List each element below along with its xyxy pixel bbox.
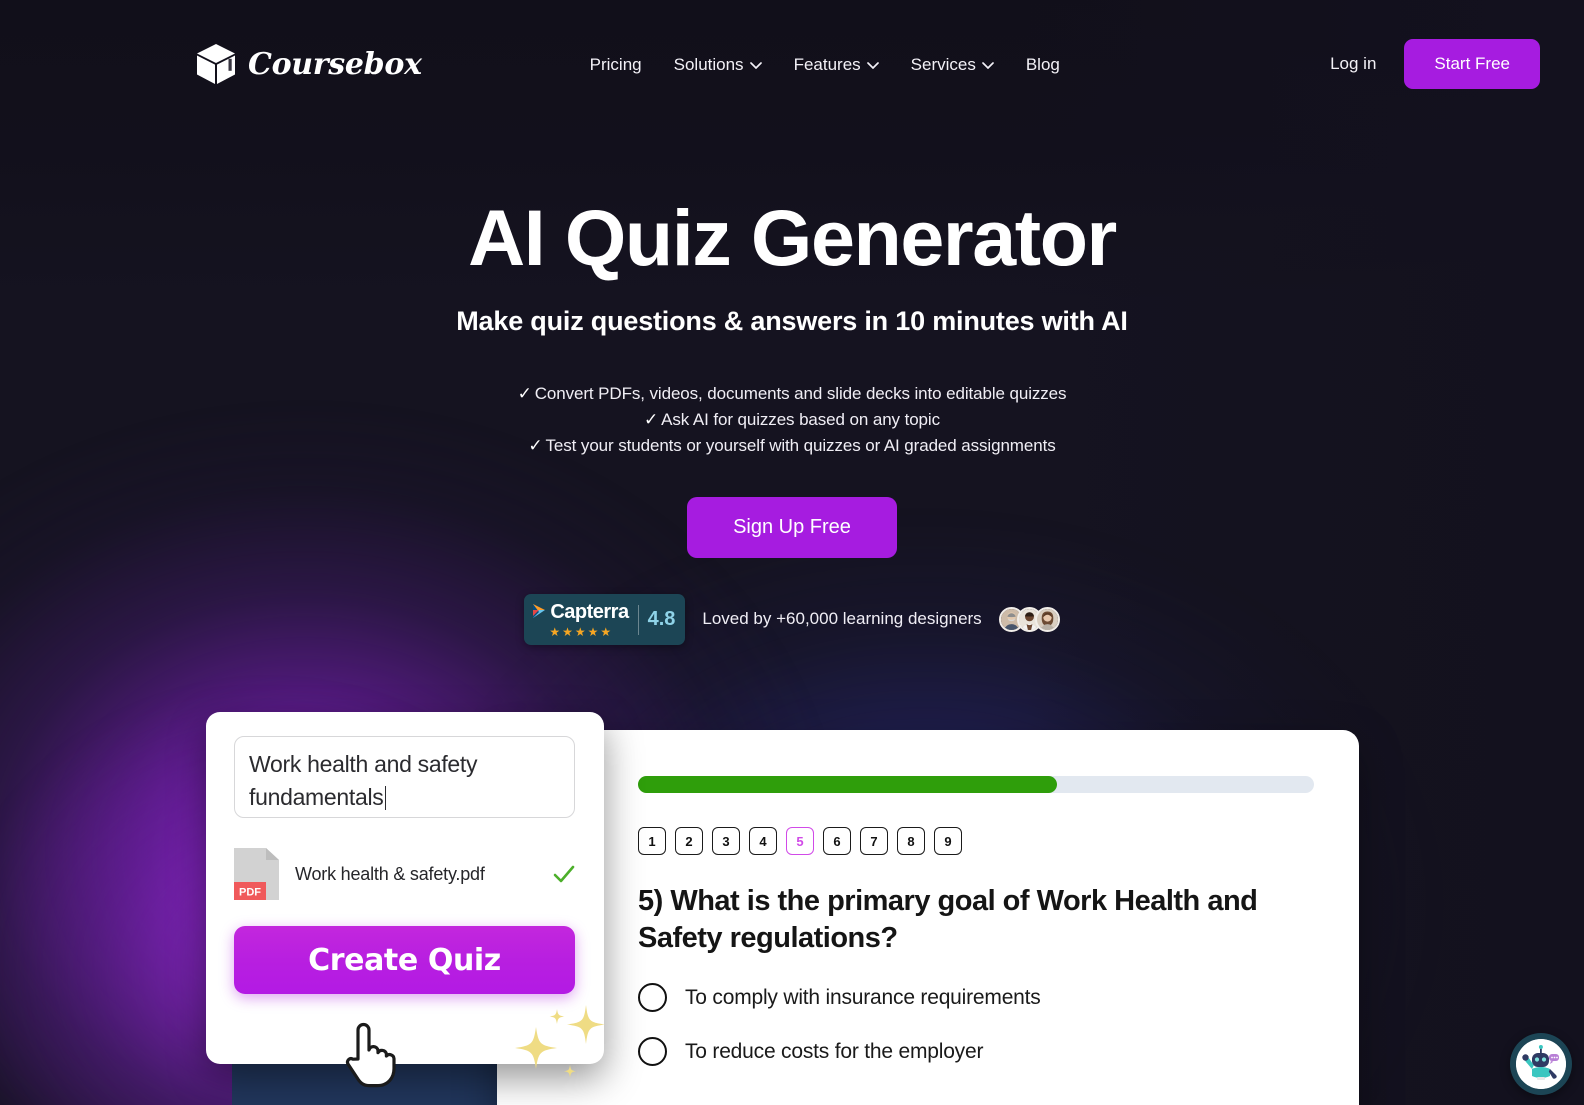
star-rating-icon: ★★★★★ [549, 624, 614, 639]
site-header: Coursebox Pricing Solutions Features Ser… [0, 0, 1584, 128]
robot-assistant-icon [1516, 1039, 1566, 1089]
feature-bullet: ✓ Test your students or yourself with qui… [0, 433, 1584, 459]
question-number-8[interactable]: 8 [897, 827, 925, 855]
topic-input[interactable]: Work health and safety fundamentals [234, 736, 575, 818]
avatar [1034, 606, 1060, 632]
cube-icon [197, 44, 235, 84]
check-icon: ✓ [528, 435, 543, 455]
feature-bullet: ✓ Convert PDFs, videos, documents and sli… [0, 381, 1584, 407]
social-proof-row: Capterra ★★★★★ 4.8 Loved by +60,000 lear… [0, 593, 1584, 645]
question-number-9[interactable]: 9 [934, 827, 962, 855]
quiz-option[interactable]: To comply with insurance requirements [638, 983, 1359, 1013]
feature-bullet-text: Ask AI for quizzes based on any topic [661, 409, 940, 429]
question-number-1[interactable]: 1 [638, 827, 666, 855]
quiz-question-text: 5) What is the primary goal of Work Heal… [638, 885, 1258, 955]
uploaded-file-row: PDF Work health & safety.pdf [234, 848, 576, 900]
question-number-list: 123456789 [638, 827, 1359, 855]
pdf-file-icon: PDF [234, 848, 279, 900]
hero-subtitle: Make quiz questions & answers in 10 minu… [456, 305, 1128, 336]
chatbot-launcher[interactable] [1510, 1033, 1572, 1095]
feature-bullet-text: Test your students or yourself with quiz… [545, 435, 1056, 455]
question-number-7[interactable]: 7 [860, 827, 888, 855]
question-number-4[interactable]: 4 [749, 827, 777, 855]
nav-label: Features [793, 54, 861, 74]
uploaded-file-name: Work health & safety.pdf [295, 863, 485, 884]
check-icon: ✓ [517, 383, 532, 403]
sign-up-free-button[interactable]: Sign Up Free [687, 496, 897, 558]
nav-label: Solutions [673, 54, 744, 74]
create-quiz-button[interactable]: Create Quiz [234, 926, 575, 994]
radio-button-icon[interactable] [638, 1037, 667, 1067]
feature-bullet: ✓ Ask AI for quizzes based on any topic [0, 407, 1584, 433]
quiz-options-list: To comply with insurance requirements To… [638, 983, 1359, 1067]
nav-item-features[interactable]: Features [794, 56, 879, 73]
feature-bullet-text: Convert PDFs, videos, documents and slid… [534, 383, 1067, 403]
text-caret [384, 785, 387, 810]
logo-text: Coursebox [248, 46, 422, 82]
quiz-option[interactable]: To reduce costs for the employer [638, 1037, 1359, 1067]
chevron-down-icon [749, 61, 762, 69]
topic-input-value: Work health and safety fundamentals [249, 751, 478, 810]
chevron-down-icon [981, 61, 994, 69]
quiz-progress-fill [638, 776, 1058, 793]
pointing-hand-cursor [345, 1022, 396, 1088]
question-number-6[interactable]: 6 [823, 827, 851, 855]
question-number-5[interactable]: 5 [786, 827, 814, 855]
quiz-option-label: To reduce costs for the employer [685, 1039, 984, 1063]
quiz-preview-card: 123456789 5) What is the primary goal of… [497, 730, 1359, 1105]
capterra-name: Capterra [550, 600, 629, 623]
capterra-badge[interactable]: Capterra ★★★★★ 4.8 [524, 593, 686, 645]
nav-label: Services [910, 54, 976, 74]
quiz-progress-bar [638, 776, 1314, 793]
nav-label: Blog [1025, 54, 1060, 74]
quiz-option-label: To comply with insurance requirements [685, 985, 1041, 1009]
check-icon: ✓ [643, 409, 659, 429]
chevron-down-icon [866, 61, 879, 69]
divider [637, 604, 639, 635]
capterra-brand: Capterra ★★★★★ [532, 600, 629, 639]
login-link[interactable]: Log in [1330, 54, 1376, 74]
capterra-flag-icon [533, 604, 546, 619]
nav-item-solutions[interactable]: Solutions [674, 56, 762, 73]
radio-button-icon[interactable] [638, 983, 667, 1013]
sparkle-icon [515, 1005, 605, 1078]
nav-item-pricing[interactable]: Pricing [590, 56, 642, 73]
capterra-wordmark: Capterra [532, 600, 629, 624]
question-number-3[interactable]: 3 [712, 827, 740, 855]
header-actions: Log in Start Free [1330, 39, 1540, 89]
page-title: AI Quiz Generator [468, 193, 1117, 282]
feature-bullet-list: ✓ Convert PDFs, videos, documents and sli… [0, 381, 1584, 459]
start-free-button[interactable]: Start Free [1404, 39, 1540, 89]
nav-item-blog[interactable]: Blog [1026, 56, 1060, 73]
avatar-group [998, 606, 1060, 632]
logo[interactable]: Coursebox [193, 41, 422, 87]
svg-text:PDF: PDF [239, 887, 261, 899]
social-proof-text: Loved by +60,000 learning designers [702, 609, 982, 629]
nav-label: Pricing [589, 54, 642, 74]
nav-item-services[interactable]: Services [911, 56, 994, 73]
main-navigation: Pricing Solutions Features Services Blog [590, 56, 1060, 73]
capterra-score: 4.8 [647, 608, 676, 631]
question-number-2[interactable]: 2 [675, 827, 703, 855]
check-icon [553, 865, 575, 883]
